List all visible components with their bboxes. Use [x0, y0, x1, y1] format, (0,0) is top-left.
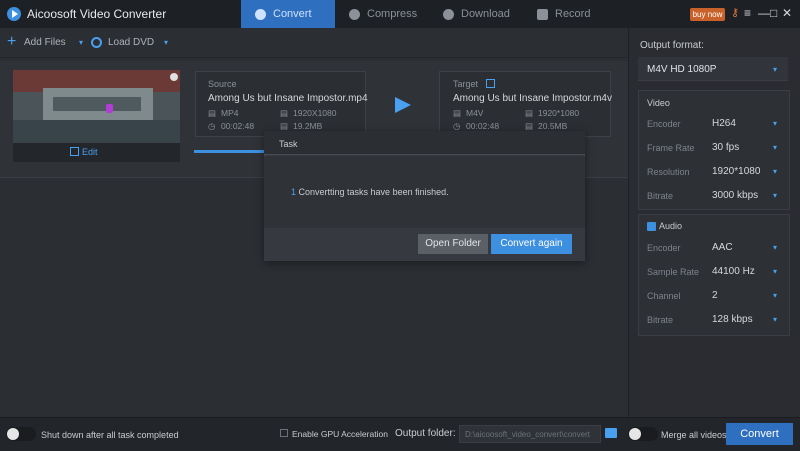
message-text: Convertting tasks have been finished. — [296, 187, 449, 197]
app-title: Aicoosoft Video Converter — [27, 7, 167, 21]
output-folder-input[interactable]: D:\aicoosoft_video_convert\convert — [459, 425, 601, 443]
tab-label: Compress — [367, 8, 418, 20]
source-filename: Among Us but Insane Impostor.mp4 — [208, 93, 368, 104]
load-dvd-dropdown-icon[interactable]: ▾ — [164, 38, 168, 47]
tab-convert[interactable]: Convert — [241, 0, 335, 28]
channel-value[interactable]: 2 — [712, 290, 718, 301]
key-icon[interactable]: ⚷ — [731, 6, 739, 19]
convert-arrow-icon — [395, 97, 411, 113]
resolution-icon: ▤ — [280, 108, 289, 118]
output-format-label: Output format: — [640, 40, 704, 51]
video-encoder-label: Encoder — [647, 119, 681, 129]
chevron-down-icon[interactable]: ▾ — [773, 291, 777, 300]
audio-bitrate-value[interactable]: 128 kbps — [712, 314, 753, 325]
target-duration: 00:02:48 — [466, 121, 500, 131]
tab-label: Download — [461, 8, 510, 20]
download-icon — [443, 8, 454, 20]
convert-again-button[interactable]: Convert again — [491, 234, 572, 254]
chevron-down-icon[interactable]: ▾ — [773, 191, 777, 200]
resolution-label: Resolution — [647, 167, 690, 177]
convert-icon — [255, 8, 266, 20]
audio-bitrate-label: Bitrate — [647, 315, 674, 325]
audio-checkbox[interactable] — [647, 222, 656, 231]
remove-item-icon[interactable] — [170, 73, 178, 81]
chevron-down-icon[interactable]: ▾ — [773, 267, 777, 276]
target-format: M4V — [466, 108, 484, 118]
record-icon — [537, 8, 548, 20]
chevron-down-icon[interactable]: ▾ — [773, 315, 777, 324]
audio-encoder-value[interactable]: AAC — [712, 242, 733, 253]
edit-button[interactable]: Edit — [82, 147, 98, 157]
clock-icon: ◷ — [208, 121, 216, 131]
buy-now-button[interactable]: buy now — [690, 8, 725, 21]
channel-label: Channel — [647, 291, 681, 301]
audio-encoder-label: Encoder — [647, 243, 681, 253]
shutdown-toggle[interactable] — [6, 427, 36, 441]
dialog-title: Task — [279, 139, 298, 149]
minimize-button[interactable]: — — [758, 6, 770, 20]
add-icon[interactable]: + — [7, 33, 16, 51]
shutdown-label: Shut down after all task completed — [41, 430, 179, 440]
output-format-value: M4V HD 1080P — [647, 64, 717, 75]
source-format: MP4 — [221, 108, 239, 118]
add-files-button[interactable]: Add Files — [24, 37, 66, 48]
dvd-icon — [91, 37, 102, 48]
frame-rate-value[interactable]: 30 fps — [712, 142, 739, 153]
gpu-label: Enable GPU Acceleration — [292, 429, 388, 439]
edit-target-icon[interactable] — [486, 79, 495, 88]
tab-label: Convert — [273, 8, 312, 20]
source-resolution: 1920X1080 — [293, 108, 337, 118]
chevron-down-icon[interactable]: ▾ — [773, 243, 777, 252]
chevron-down-icon[interactable]: ▾ — [773, 167, 777, 176]
target-size: 20.5MB — [538, 121, 568, 131]
tab-compress[interactable]: Compress — [335, 0, 429, 28]
resolution-value[interactable]: 1920*1080 — [712, 166, 760, 177]
add-files-dropdown-icon[interactable]: ▾ — [79, 38, 83, 47]
load-dvd-button[interactable]: Load DVD — [108, 37, 154, 48]
maximize-button[interactable]: □ — [770, 6, 777, 20]
file-format-icon: ▤ — [453, 108, 462, 118]
target-resolution: 1920*1080 — [538, 108, 580, 118]
sample-rate-value[interactable]: 44100 Hz — [712, 266, 755, 277]
app-logo-icon — [7, 7, 21, 21]
frame-rate-label: Frame Rate — [647, 143, 695, 153]
tab-label: Record — [555, 8, 591, 20]
edit-icon[interactable] — [70, 147, 79, 156]
output-folder-label: Output folder: — [395, 428, 456, 439]
chevron-down-icon[interactable]: ▾ — [773, 119, 777, 128]
target-filename: Among Us but Insane Impostor.m4v — [453, 93, 612, 104]
convert-button[interactable]: Convert — [726, 423, 793, 445]
source-title: Source — [208, 79, 237, 89]
dialog-message: 1 Convertting tasks have been finished. — [291, 187, 449, 197]
tab-download[interactable]: Download — [429, 0, 523, 28]
merge-label: Merge all videos — [661, 430, 727, 440]
audio-section-title: Audio — [659, 221, 683, 231]
dialog-header — [264, 131, 585, 155]
target-title: Target — [453, 79, 479, 89]
compress-icon — [349, 8, 360, 20]
chevron-down-icon[interactable]: ▾ — [773, 65, 777, 74]
gpu-checkbox[interactable] — [280, 429, 288, 437]
source-size: 19.2MB — [293, 121, 323, 131]
sample-rate-label: Sample Rate — [647, 267, 700, 277]
open-folder-button[interactable]: Open Folder — [418, 234, 488, 254]
video-thumbnail[interactable] — [13, 70, 180, 143]
chevron-down-icon[interactable]: ▾ — [773, 143, 777, 152]
progress-bar — [194, 150, 274, 153]
menu-icon[interactable]: ≡ — [744, 6, 751, 20]
folder-icon[interactable] — [605, 428, 617, 438]
video-section-title: Video — [647, 98, 670, 108]
video-bitrate-label: Bitrate — [647, 191, 674, 201]
tab-record[interactable]: Record — [523, 0, 617, 28]
file-format-icon: ▤ — [208, 108, 217, 118]
video-encoder-value[interactable]: H264 — [712, 118, 736, 129]
merge-toggle[interactable] — [628, 427, 658, 441]
source-duration: 00:02:48 — [221, 121, 255, 131]
video-bitrate-value[interactable]: 3000 kbps — [712, 190, 758, 201]
close-button[interactable]: ✕ — [782, 6, 792, 20]
resolution-icon: ▤ — [525, 108, 534, 118]
